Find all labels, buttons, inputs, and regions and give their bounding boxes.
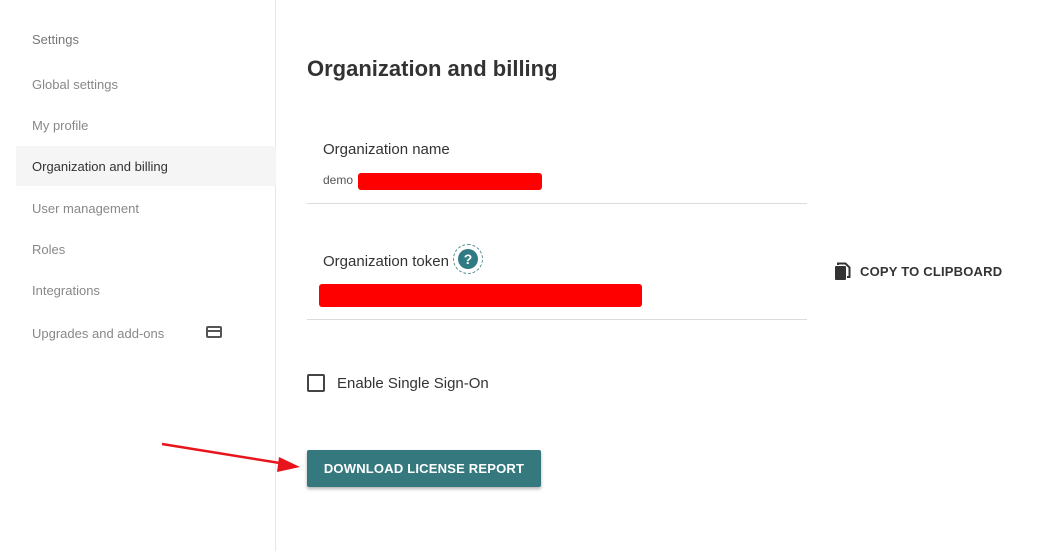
annotation-arrow-icon bbox=[161, 442, 300, 472]
